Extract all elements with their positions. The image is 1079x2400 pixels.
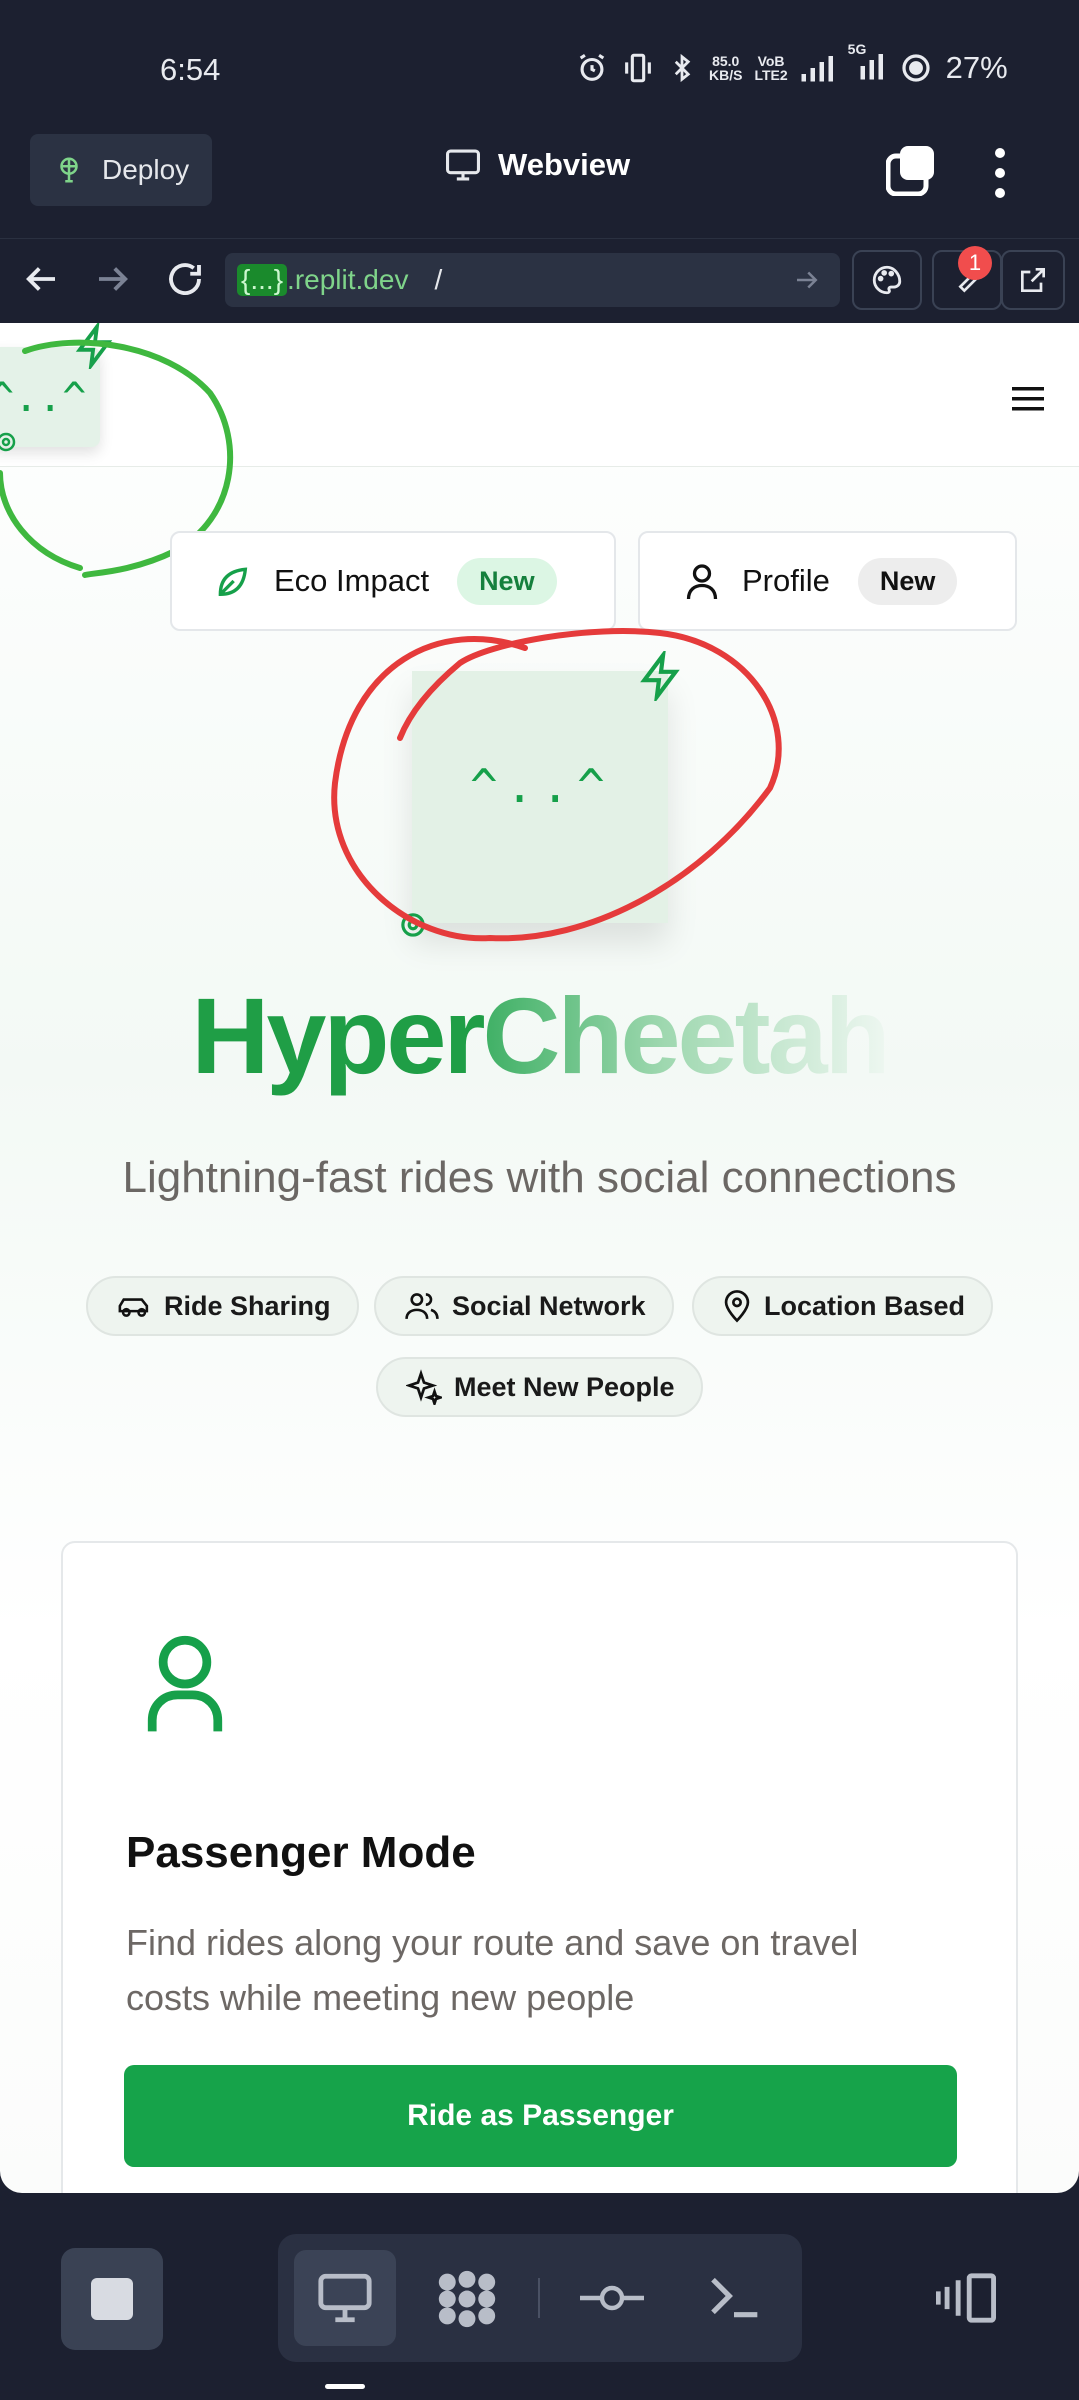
back-arrow-icon[interactable] [20, 258, 62, 300]
net-speed-unit: KB/S [709, 67, 743, 83]
tool-divider [538, 2278, 540, 2318]
home-indicator [325, 2384, 365, 2389]
chip-ride-sharing: Ride Sharing [86, 1276, 359, 1336]
lte-label: LTE2 [754, 67, 788, 83]
external-link-icon [1021, 268, 1045, 292]
chip-meet-new-people-label: Meet New People [454, 1371, 675, 1402]
profile-new-badge: New [857, 557, 958, 605]
chip-ride-sharing-label: Ride Sharing [164, 1290, 331, 1321]
chip-social-network: Social Network [374, 1276, 674, 1336]
stop-button[interactable] [61, 2248, 163, 2350]
deploy-button[interactable]: Deploy [30, 134, 212, 206]
open-external-button[interactable] [1001, 250, 1065, 310]
url-domain: .replit.dev [287, 264, 409, 295]
alarm-icon [579, 53, 605, 81]
webview-page: ^..^ Eco Impact New Profile New ^..^ Hyp… [0, 323, 1079, 2193]
monitor-icon [446, 149, 480, 181]
app-title-part1: Hyper [191, 975, 485, 1096]
status-time: 6:54 [160, 52, 221, 87]
deploy-label: Deploy [102, 154, 190, 185]
sparkles-icon [406, 1369, 442, 1405]
webview-tool-button[interactable] [294, 2250, 396, 2346]
app-title: HyperCheetah [0, 973, 1079, 1098]
map-pin-icon [724, 1290, 750, 1323]
eco-impact-label: Eco Impact [274, 563, 430, 598]
url-bar[interactable]: {...} .replit.dev / [225, 253, 840, 307]
deploy-icon [60, 157, 78, 183]
theme-palette-button[interactable] [852, 250, 922, 310]
battery-level: 27% [945, 50, 1008, 85]
url-path: / [434, 264, 443, 295]
leaf-icon [218, 567, 248, 597]
passenger-user-icon [147, 1635, 223, 1732]
chip-location-based: Location Based [692, 1276, 994, 1336]
more-options-icon[interactable] [985, 145, 1015, 201]
git-commit-icon[interactable] [580, 2278, 644, 2318]
eco-impact-new-badge: New [457, 557, 557, 605]
net-speed-value: 85.0 [712, 53, 740, 69]
hamburger-menu-icon[interactable] [1012, 385, 1044, 413]
signal-icon [801, 56, 833, 82]
red-scribble-annotation [331, 628, 782, 942]
reload-icon[interactable] [164, 258, 206, 300]
passenger-mode-card: Passenger Mode Find rides along your rou… [61, 1541, 1018, 2193]
chip-location-based-label: Location Based [764, 1290, 966, 1321]
network-type: 5G [847, 40, 867, 57]
user-icon [686, 564, 718, 600]
bluetooth-icon [674, 53, 691, 83]
packager-icon[interactable] [432, 2268, 502, 2330]
ride-as-passenger-button[interactable]: Ride as Passenger [124, 2065, 957, 2167]
hotspot-icon [902, 54, 930, 82]
car-icon [118, 1298, 149, 1317]
forward-arrow-icon[interactable] [92, 258, 134, 300]
palette-icon [872, 265, 902, 295]
go-arrow-icon[interactable] [792, 265, 822, 295]
webview-label: Webview [498, 147, 631, 182]
app-subtitle: Lightning-fast rides with social connect… [122, 1153, 957, 1202]
status-icons: 85.0 KB/S VoB LTE2 5G 27% [575, 41, 1008, 86]
volte-label: VoB [757, 53, 785, 69]
terminal-icon[interactable] [706, 2270, 762, 2322]
url-host-badge: {...} [237, 264, 288, 296]
profile-label: Profile [742, 563, 830, 598]
passenger-mode-description: Find rides along your route and save on … [126, 1922, 859, 2018]
panel-layout-icon[interactable] [936, 2270, 998, 2326]
users-icon [405, 1293, 439, 1319]
notification-badge: 1 [958, 246, 992, 280]
desktop-icon [318, 2273, 372, 2323]
passenger-mode-title: Passenger Mode [126, 1828, 476, 1877]
chip-meet-new-people: Meet New People [376, 1357, 703, 1417]
vibrate-icon [625, 53, 651, 83]
webview-tab[interactable]: Webview [444, 147, 630, 183]
tabs-icon[interactable] [886, 146, 936, 196]
stop-icon [91, 2278, 133, 2320]
app-title-part2: Cheetah [482, 975, 891, 1096]
chip-social-network-label: Social Network [452, 1290, 646, 1321]
